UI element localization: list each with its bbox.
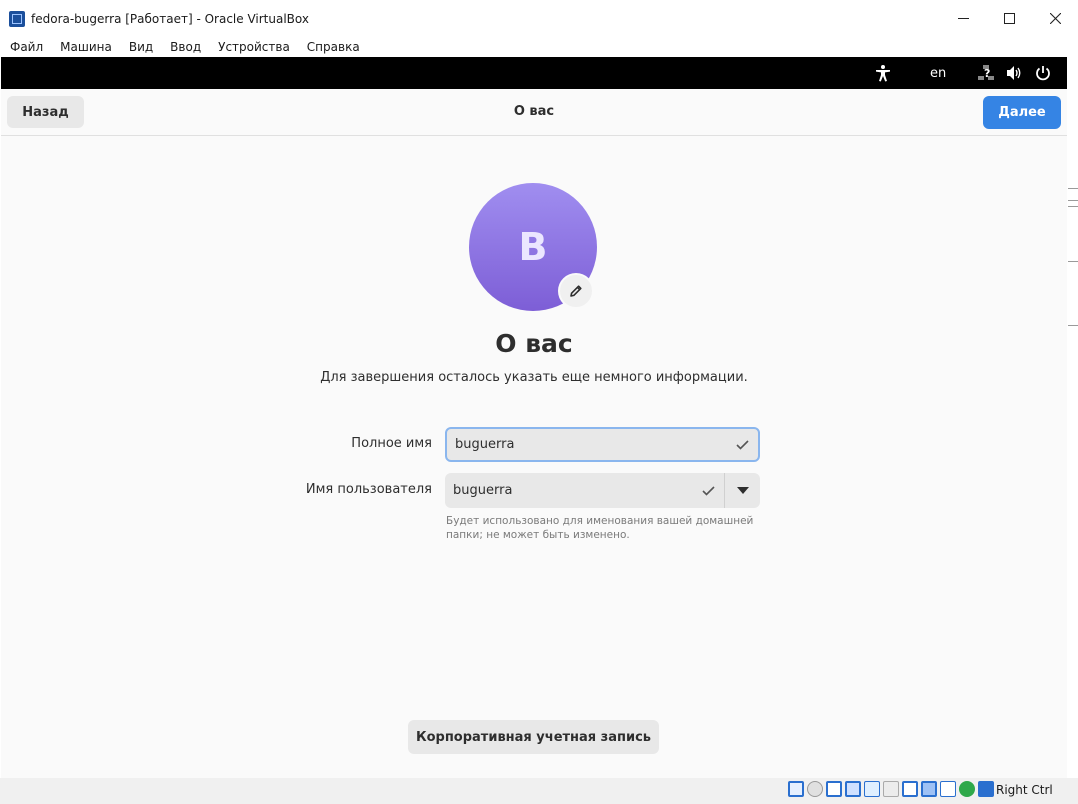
- language-indicator[interactable]: en: [930, 57, 946, 89]
- network-unknown-icon[interactable]: ?: [978, 57, 994, 89]
- avatar-initial: B: [518, 225, 548, 269]
- fullname-label: Полное имя: [351, 436, 432, 451]
- menu-devices[interactable]: Устройства: [209, 40, 298, 54]
- host-divider: [1068, 188, 1078, 189]
- host-divider: [1068, 206, 1078, 207]
- host-key-label: Right Ctrl: [996, 783, 1053, 797]
- menu-view[interactable]: Вид: [120, 40, 161, 54]
- host-desktop-edge: [1068, 57, 1078, 778]
- svg-text:?: ?: [984, 67, 990, 80]
- menu-help[interactable]: Справка: [298, 40, 368, 54]
- host-divider: [1068, 261, 1078, 262]
- username-hint: Будет использовано для именования вашей …: [446, 515, 754, 541]
- check-icon: [730, 439, 754, 450]
- username-dropdown-button[interactable]: [725, 473, 760, 508]
- vbox-status-bar: Right Ctrl: [0, 778, 1078, 804]
- chevron-down-icon: [736, 487, 749, 494]
- keyboard-capture-icon[interactable]: [978, 781, 994, 797]
- vm-display: Назад О вас Далее B О вас Для завершения…: [1, 89, 1067, 778]
- accessibility-icon[interactable]: [875, 57, 891, 89]
- menu-machine[interactable]: Машина: [51, 40, 120, 54]
- edit-avatar-button[interactable]: [558, 273, 594, 309]
- header-title: О вас: [513, 104, 555, 119]
- fullname-value[interactable]: buguerra: [447, 437, 730, 452]
- window-controls: [940, 0, 1078, 37]
- next-button[interactable]: Далее: [983, 96, 1061, 129]
- close-icon[interactable]: [1032, 0, 1078, 37]
- optical-drive-icon[interactable]: [807, 781, 823, 797]
- virtualization-icon[interactable]: [940, 781, 956, 797]
- window-title: fedora-bugerra [Работает] - Oracle Virtu…: [31, 11, 309, 26]
- volume-icon[interactable]: [1006, 57, 1023, 89]
- fullname-field[interactable]: buguerra: [445, 427, 760, 462]
- virtualbox-app-icon: [9, 10, 25, 27]
- username-value[interactable]: buguerra: [445, 483, 696, 498]
- username-label: Имя пользователя: [305, 482, 432, 497]
- header-bar: Назад О вас Далее: [1, 89, 1067, 136]
- gnome-top-bar: en ?: [1, 57, 1067, 89]
- usb-icon[interactable]: [864, 781, 880, 797]
- page-subtitle: Для завершения осталось указать еще немн…: [320, 370, 748, 385]
- page-title: О вас: [495, 329, 573, 358]
- enterprise-login-button[interactable]: Корпоративная учетная запись: [408, 720, 659, 754]
- menu-file[interactable]: Файл: [0, 40, 51, 54]
- display-icon[interactable]: [902, 781, 918, 797]
- maximize-icon[interactable]: [986, 0, 1032, 37]
- power-icon[interactable]: [1035, 57, 1051, 89]
- status-icons: [788, 781, 994, 797]
- check-icon: [696, 485, 720, 496]
- host-divider: [1068, 325, 1078, 326]
- menu-bar: Файл Машина Вид Ввод Устройства Справка: [0, 37, 1078, 57]
- hard-disk-icon[interactable]: [788, 781, 804, 797]
- host-divider: [1068, 200, 1078, 201]
- audio-icon[interactable]: [826, 781, 842, 797]
- pencil-icon: [570, 285, 582, 297]
- shared-folders-icon[interactable]: [883, 781, 899, 797]
- guest-additions-icon[interactable]: [959, 781, 975, 797]
- video-capture-icon[interactable]: [921, 781, 937, 797]
- minimize-icon[interactable]: [940, 0, 986, 37]
- window-titlebar: fedora-bugerra [Работает] - Oracle Virtu…: [0, 0, 1078, 37]
- network-icon[interactable]: [845, 781, 861, 797]
- username-combo[interactable]: buguerra: [445, 473, 760, 508]
- menu-input[interactable]: Ввод: [161, 40, 209, 54]
